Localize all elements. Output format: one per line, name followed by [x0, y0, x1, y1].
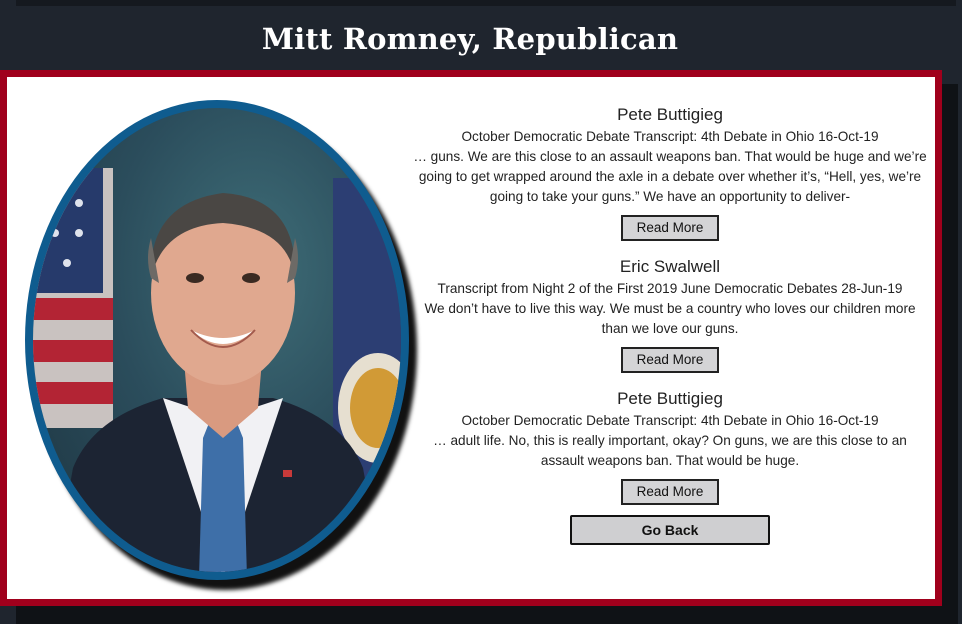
quote-speaker: Eric Swalwell [619, 257, 721, 276]
quote-text: … guns. We are this close to an assault … [413, 149, 927, 204]
quote-item: Eric Swalwell Transcript from Night 2 of… [411, 255, 929, 373]
top-strip [0, 0, 962, 10]
top-strip-bar [16, 0, 956, 6]
quote-speaker: Pete Buttigieg [617, 105, 723, 124]
quotes-list: Pete Buttigieg October Democratic Debate… [411, 91, 929, 545]
candidate-portrait [25, 100, 409, 580]
read-more-button[interactable]: Read More [621, 215, 719, 241]
portrait-illustration [33, 168, 401, 572]
quote-speaker: Pete Buttigieg [617, 389, 723, 408]
quote-item: Pete Buttigieg October Democratic Debate… [411, 387, 929, 505]
page-title: Mitt Romney, Republican [261, 22, 679, 56]
candidate-card: Pete Buttigieg October Democratic Debate… [0, 70, 942, 606]
read-more-button[interactable]: Read More [621, 479, 719, 505]
read-more-button[interactable]: Read More [621, 347, 719, 373]
portrait-frame [25, 100, 417, 590]
candidate-card-content: Pete Buttigieg October Democratic Debate… [7, 77, 935, 599]
us-flag [33, 168, 113, 428]
quote-text: … adult life. No, this is really importa… [433, 433, 907, 468]
quote-source: October Democratic Debate Transcript: 4t… [461, 129, 879, 144]
quote-text: We don’t have to live this way. We must … [424, 301, 916, 336]
quote-item: Pete Buttigieg October Democratic Debate… [411, 103, 929, 241]
quote-source: Transcript from Night 2 of the First 201… [437, 281, 903, 296]
quote-source: October Democratic Debate Transcript: 4t… [461, 413, 879, 428]
go-back-button[interactable]: Go Back [570, 515, 770, 545]
